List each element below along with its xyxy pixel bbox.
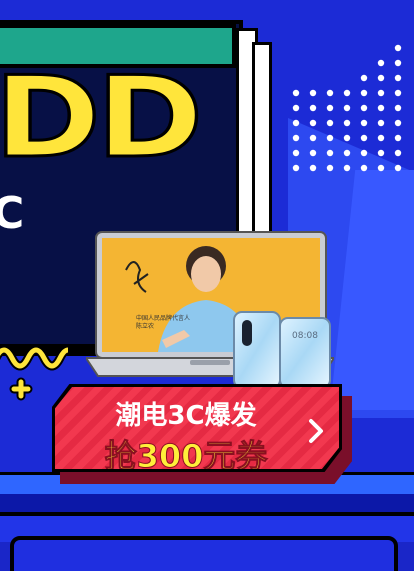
- decor-dot: [377, 74, 385, 82]
- promo-coupon-text: 抢300元券: [104, 437, 268, 475]
- decor-dot: [292, 104, 300, 112]
- phone-image: 08:08: [233, 311, 331, 388]
- decor-dot: [377, 104, 385, 112]
- decor-dot: [326, 134, 334, 142]
- decor-dot: [360, 149, 368, 157]
- decor-dot: [343, 134, 351, 142]
- decor-dot: [394, 149, 402, 157]
- decor-dot: [360, 164, 368, 172]
- decor-dot: [343, 89, 351, 97]
- decor-dot: [309, 164, 317, 172]
- decor-dot: [360, 104, 368, 112]
- decor-dot: [292, 134, 300, 142]
- decor-dot: [292, 89, 300, 97]
- decor-dot: [377, 134, 385, 142]
- promo-title: 潮电3C爆发: [115, 401, 257, 431]
- decor-dot: [343, 164, 351, 172]
- decor-dot: [360, 134, 368, 142]
- decor-dot: [394, 164, 402, 172]
- decor-dot: [292, 149, 300, 157]
- decor-dot: [394, 44, 402, 52]
- decor-dot: [292, 164, 300, 172]
- decor-dot: [326, 149, 334, 157]
- decor-dot: [343, 149, 351, 157]
- decor-dot: [360, 119, 368, 127]
- headline-number: DD: [0, 53, 205, 183]
- decor-dot: [360, 74, 368, 82]
- decor-dot: [292, 119, 300, 127]
- decor-dot: [377, 149, 385, 157]
- headline-char: C: [0, 188, 25, 239]
- decor-dot: [377, 164, 385, 172]
- phone-time: 08:08: [292, 331, 318, 341]
- squiggle-icon: [0, 345, 68, 371]
- promo-coupon-button[interactable]: 潮电3C爆发 抢300元券: [52, 384, 342, 472]
- decor-dot: [377, 89, 385, 97]
- decor-dot: [326, 104, 334, 112]
- dot-pattern: [292, 44, 402, 172]
- decor-dot: [309, 104, 317, 112]
- decor-dot: [394, 119, 402, 127]
- decor-dot: [394, 134, 402, 142]
- decor-dot: [343, 104, 351, 112]
- decor-dot: [326, 119, 334, 127]
- decor-dot: [394, 104, 402, 112]
- decor-dot: [394, 59, 402, 67]
- cross-icon: [9, 377, 33, 401]
- decor-dot: [377, 119, 385, 127]
- promo-badge-face[interactable]: 潮电3C爆发 抢300元券: [55, 387, 339, 469]
- decor-dot: [394, 74, 402, 82]
- decor-dot: [343, 119, 351, 127]
- decor-dot: [309, 89, 317, 97]
- decor-dot: [394, 89, 402, 97]
- decor-dot: [326, 89, 334, 97]
- decor-dot: [309, 149, 317, 157]
- decor-dot: [309, 134, 317, 142]
- decor-dot: [326, 164, 334, 172]
- decor-dot: [309, 119, 317, 127]
- decor-dot: [377, 59, 385, 67]
- chevron-right-icon[interactable]: [305, 417, 327, 445]
- promo-banner[interactable]: DD C 中国人民品牌代言人陈立农 08:08 潮电3C爆发 抢300元券: [0, 0, 414, 571]
- decor-dot: [360, 89, 368, 97]
- floor-card: [10, 536, 398, 571]
- floor-stripe: [0, 494, 414, 512]
